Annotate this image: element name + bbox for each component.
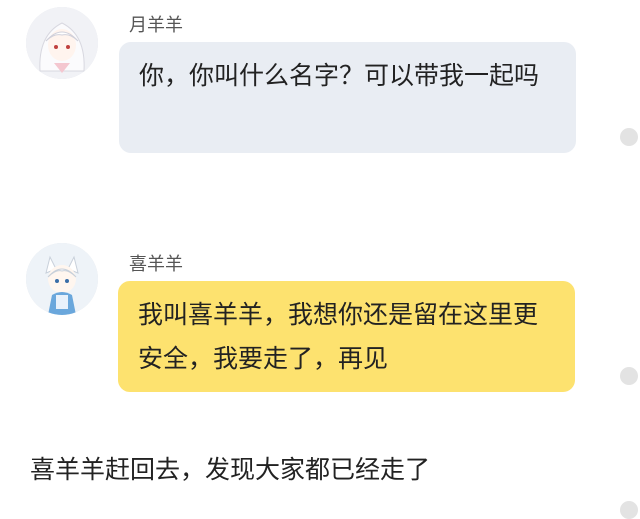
message-bubble[interactable]: 你，你叫什么名字？可以带我一起吗 bbox=[119, 42, 576, 153]
avatar[interactable] bbox=[26, 7, 98, 79]
avatar[interactable] bbox=[26, 243, 98, 315]
sender-name: 月羊羊 bbox=[129, 15, 183, 36]
scroll-dot bbox=[620, 367, 638, 385]
message-bubble[interactable]: 我叫喜羊羊，我想你还是留在这里更安全，我要走了，再见 bbox=[118, 281, 575, 392]
blue-outfit-character-avatar-icon bbox=[26, 243, 98, 315]
sender-name: 喜羊羊 bbox=[129, 254, 183, 275]
scroll-dot bbox=[620, 501, 638, 519]
narration-text: 喜羊羊赶回去，发现大家都已经走了 bbox=[30, 455, 431, 484]
white-hair-girl-avatar-icon bbox=[26, 7, 98, 79]
scroll-dot bbox=[620, 128, 638, 146]
